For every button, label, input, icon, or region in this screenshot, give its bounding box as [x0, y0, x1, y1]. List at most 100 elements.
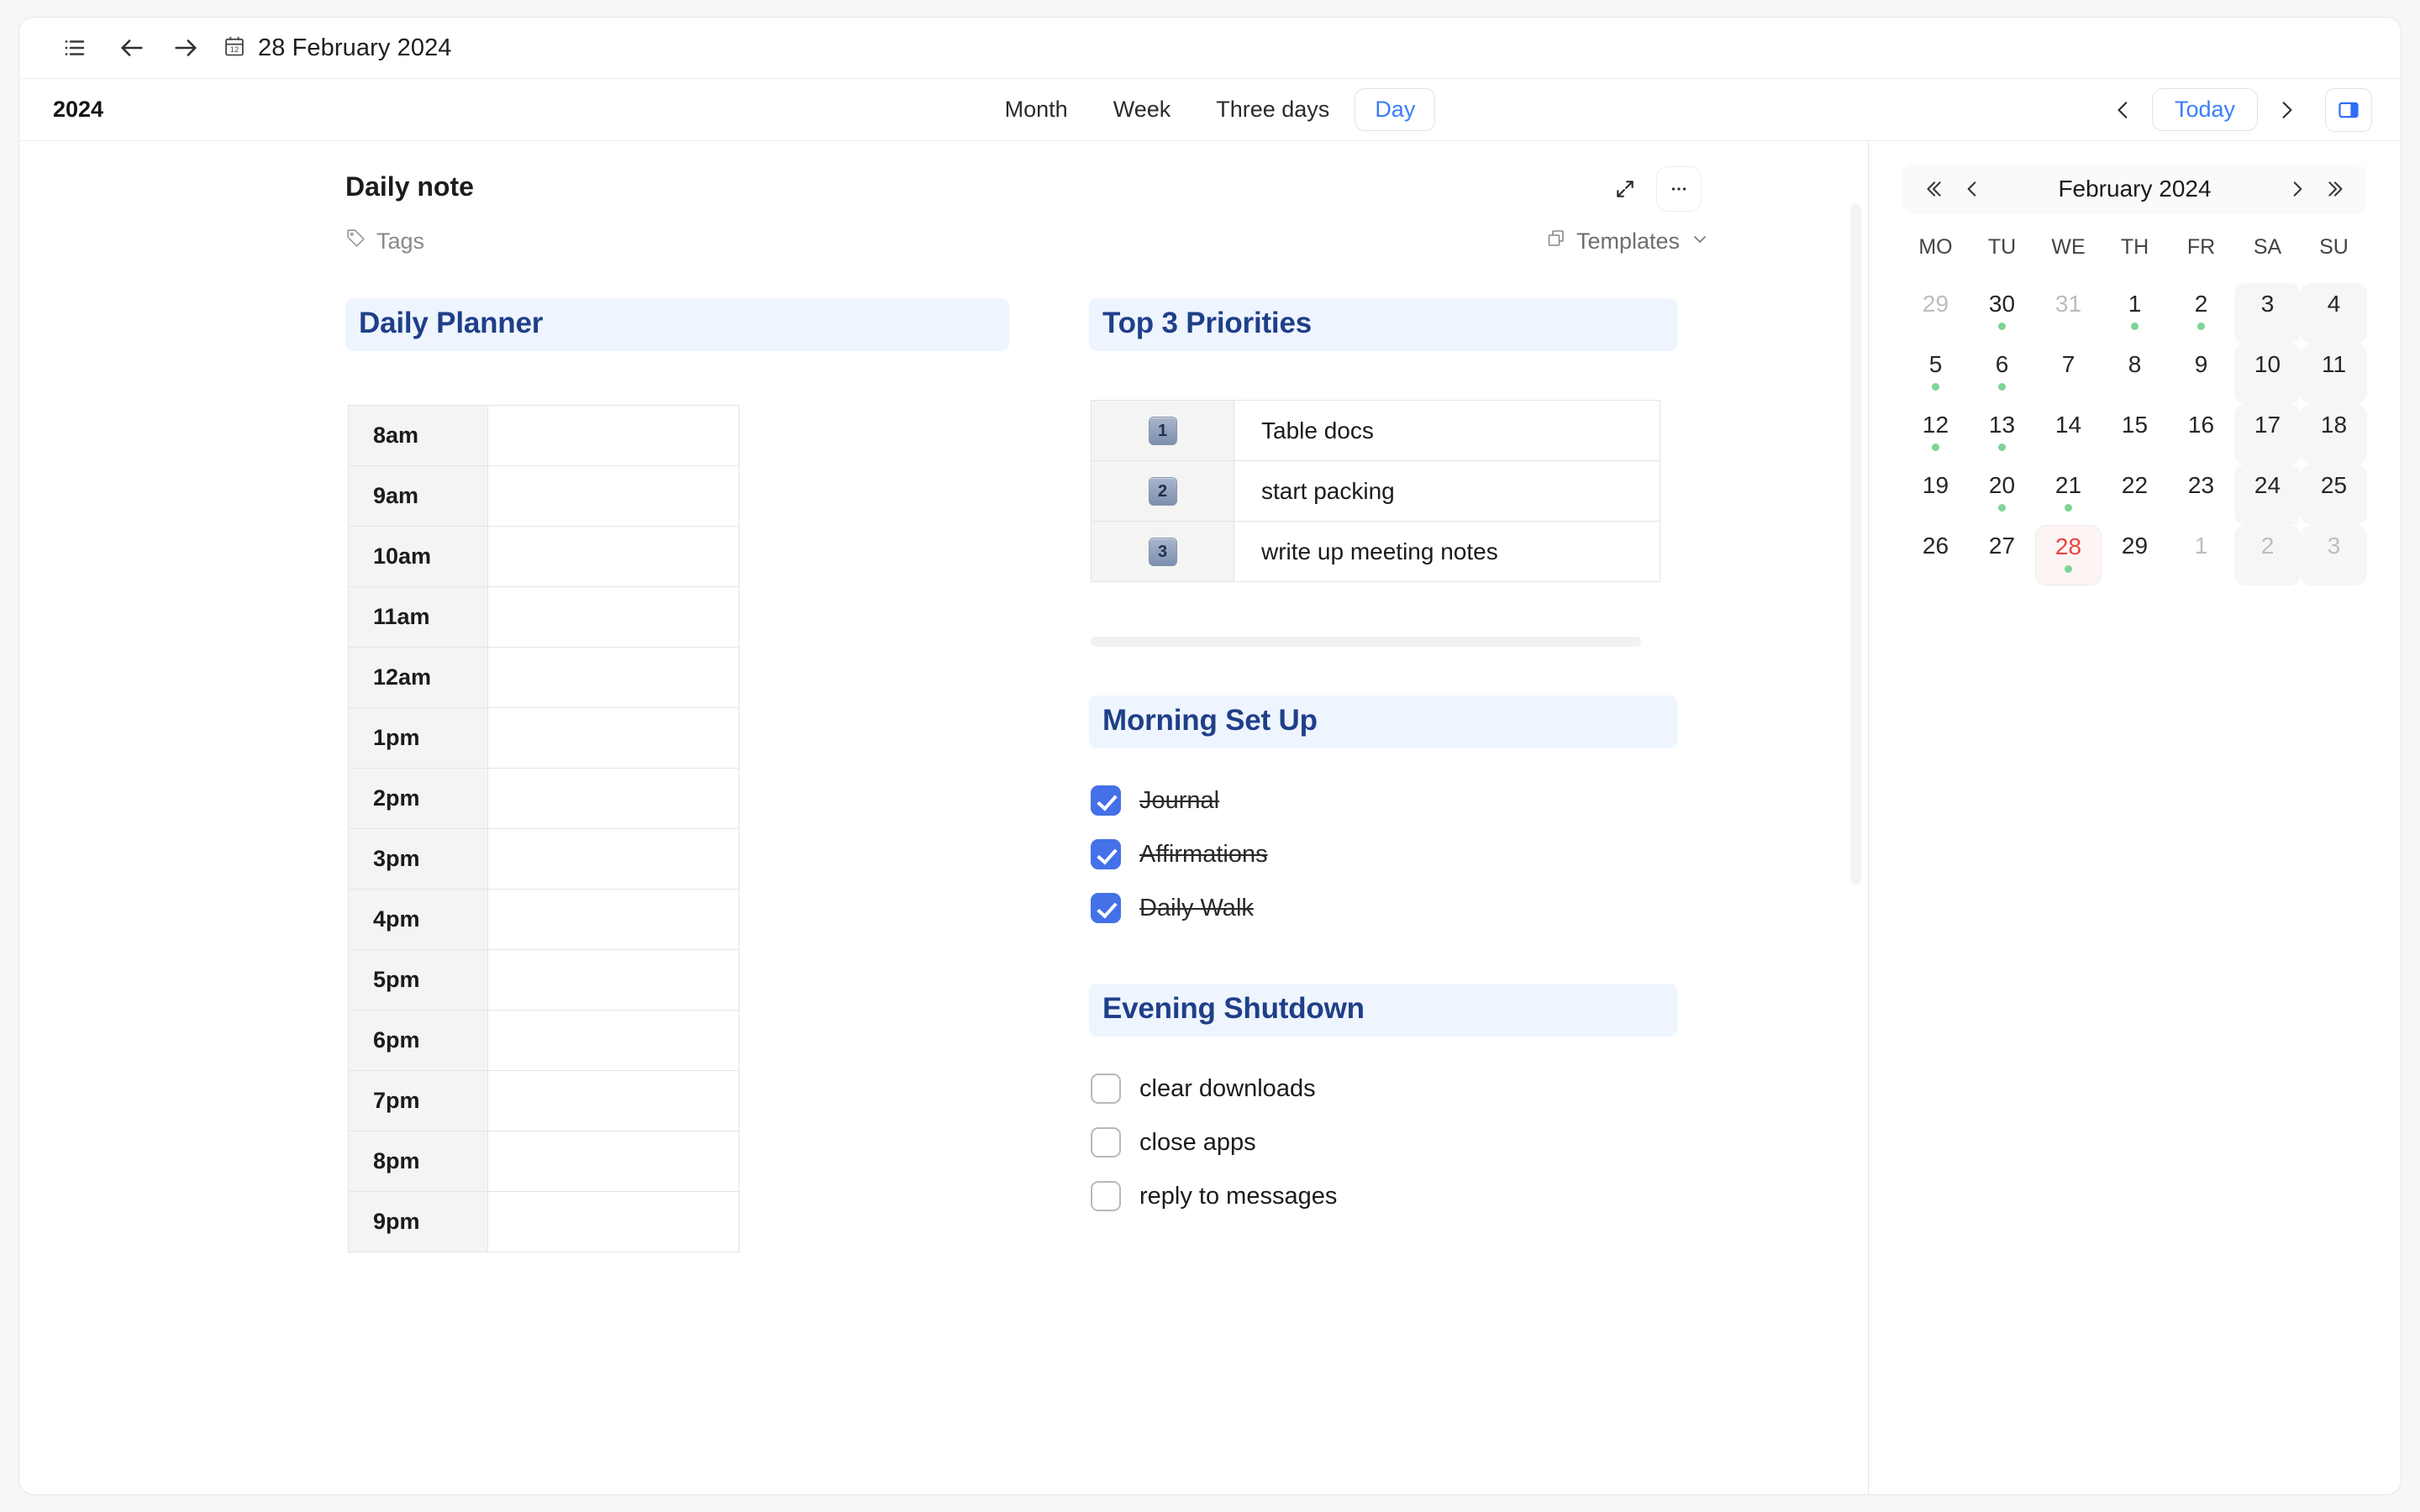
checklist-item[interactable]: close apps [1091, 1116, 1677, 1169]
planner-entry-cell[interactable] [487, 586, 739, 648]
calendar-day-cell[interactable]: 24 [2234, 465, 2301, 525]
more-horizontal-icon[interactable] [1656, 166, 1702, 212]
calendar-day-cell[interactable]: 12 [1902, 404, 1969, 465]
planner-entry-cell[interactable] [487, 828, 739, 890]
calendar-day-cell[interactable]: 2 [2168, 283, 2234, 344]
planner-entry-cell[interactable] [487, 889, 739, 950]
planner-entry-cell[interactable] [487, 526, 739, 587]
checkbox-unchecked-icon[interactable] [1091, 1181, 1121, 1211]
calendar-day-number: 26 [1922, 533, 1949, 559]
checklist-item[interactable]: Daily Walk [1091, 881, 1677, 935]
side-panel-icon[interactable] [2325, 87, 2372, 132]
calendar-day-cell[interactable]: 10 [2234, 344, 2301, 404]
checkbox-checked-icon[interactable] [1091, 893, 1121, 923]
arrow-left-icon[interactable] [110, 26, 154, 70]
planner-entry-cell[interactable] [487, 1070, 739, 1131]
calendar-day-number: 31 [2054, 291, 2082, 317]
section-heading-morning-set-up: Morning Set Up [1089, 696, 1677, 748]
checklist-item[interactable]: reply to messages [1091, 1169, 1677, 1223]
calendar-day-cell[interactable]: 9 [2168, 344, 2234, 404]
calendar-day-cell[interactable]: 21 [2035, 465, 2102, 525]
app-window: 12 28 February 2024 2024 Month Week Thre… [18, 17, 2402, 1495]
calendar-day-cell[interactable]: 4 [2301, 283, 2367, 344]
calendar-day-cell[interactable]: 22 [2102, 465, 2168, 525]
calendar-day-cell[interactable]: 16 [2168, 404, 2234, 465]
templates-dropdown[interactable]: Templates [1546, 228, 1710, 255]
calendar-day-cell[interactable]: 18 [2301, 404, 2367, 465]
checkbox-unchecked-icon[interactable] [1091, 1127, 1121, 1158]
planner-entry-cell[interactable] [487, 465, 739, 527]
calendar-day-cell[interactable]: 11 [2301, 344, 2367, 404]
next-day-icon[interactable] [2265, 88, 2308, 132]
calendar-day-cell[interactable]: 29 [2102, 525, 2168, 585]
calendar-day-cell[interactable]: 25 [2301, 465, 2367, 525]
calendar-day-cell[interactable]: 17 [2234, 404, 2301, 465]
calendar-day-cell[interactable]: 8 [2102, 344, 2168, 404]
checklist-item[interactable]: clear downloads [1091, 1062, 1677, 1116]
note-scrollbar[interactable] [1850, 204, 1861, 885]
mini-calendar-month-label: February 2024 [2058, 176, 2212, 202]
calendar-day-cell[interactable]: 19 [1902, 465, 1969, 525]
calendar-day-event-dot [2065, 504, 2072, 512]
chevron-right-icon[interactable] [2278, 170, 2317, 208]
bulleted-list-icon[interactable] [53, 26, 97, 70]
keycap-digit-icon: 1 [1148, 416, 1177, 445]
column-routines: Top 3 Priorities 1 Table docs 2 start packi… [1089, 298, 1677, 1252]
planner-entry-cell[interactable] [487, 768, 739, 829]
column-daily-planner: Daily Planner 8am 9am 10am 11am 12am 1pm 2pm 3p… [345, 298, 1009, 1252]
planner-entry-cell[interactable] [487, 1131, 739, 1192]
checkbox-checked-icon[interactable] [1091, 785, 1121, 816]
calendar-day-cell[interactable]: 5 [1902, 344, 1969, 404]
calendar-day-cell[interactable]: 15 [2102, 404, 2168, 465]
chevrons-right-icon[interactable] [2317, 170, 2355, 208]
tab-week[interactable]: Week [1093, 88, 1192, 131]
planner-entry-cell[interactable] [487, 1010, 739, 1071]
calendar-day-cell[interactable]: 3 [2234, 283, 2301, 344]
calendar-day-cell[interactable]: 26 [1902, 525, 1969, 585]
calendar-day-cell[interactable]: 13 [1969, 404, 2035, 465]
tab-three-days[interactable]: Three days [1196, 88, 1349, 131]
calendar-day-cell[interactable]: 2 [2234, 525, 2301, 585]
calendar-day-cell[interactable]: 3 [2301, 525, 2367, 585]
calendar-day-event-dot [2065, 565, 2072, 573]
checkbox-checked-icon[interactable] [1091, 839, 1121, 869]
priority-task-text[interactable]: write up meeting notes [1234, 521, 1660, 582]
note-pane: Daily note Tags Templates Daily Planner … [19, 141, 1869, 1494]
section-divider[interactable] [1091, 637, 1641, 647]
calendar-day-number: 16 [2187, 412, 2215, 438]
planner-entry-cell[interactable] [487, 707, 739, 769]
planner-entry-cell[interactable] [487, 1191, 739, 1252]
planner-entry-cell[interactable] [487, 405, 739, 466]
today-button[interactable]: Today [2151, 88, 2258, 131]
templates-label: Templates [1576, 228, 1680, 254]
prev-day-icon[interactable] [2102, 88, 2145, 132]
checklist-item[interactable]: Journal [1091, 774, 1677, 827]
arrow-right-icon[interactable] [164, 26, 208, 70]
checklist-item[interactable]: Affirmations [1091, 827, 1677, 881]
chevron-left-icon[interactable] [1953, 170, 1991, 208]
priority-task-text[interactable]: start packing [1234, 460, 1660, 522]
tab-month[interactable]: Month [985, 88, 1088, 131]
calendar-day-cell[interactable]: 31 [2035, 283, 2102, 344]
calendar-day-cell[interactable]: 20 [1969, 465, 2035, 525]
calendar-day-cell[interactable]: 1 [2168, 525, 2234, 585]
note-header-tools [1606, 166, 1702, 212]
calendar-day-cell[interactable]: 23 [2168, 465, 2234, 525]
current-date-group[interactable]: 12 28 February 2024 [223, 34, 452, 62]
chevrons-left-icon[interactable] [1914, 170, 1953, 208]
checkbox-unchecked-icon[interactable] [1091, 1074, 1121, 1104]
calendar-day-cell[interactable]: 30 [1969, 283, 2035, 344]
calendar-day-number: 17 [2254, 412, 2281, 438]
priority-task-text[interactable]: Table docs [1234, 400, 1660, 461]
planner-entry-cell[interactable] [487, 949, 739, 1011]
calendar-day-cell[interactable]: 1 [2102, 283, 2168, 344]
calendar-day-cell[interactable]: 27 [1969, 525, 2035, 585]
expand-icon[interactable] [1606, 170, 1644, 208]
tab-day[interactable]: Day [1355, 88, 1436, 131]
planner-entry-cell[interactable] [487, 647, 739, 708]
calendar-day-cell[interactable]: 14 [2035, 404, 2102, 465]
calendar-day-cell[interactable]: 29 [1902, 283, 1969, 344]
calendar-day-cell[interactable]: 6 [1969, 344, 2035, 404]
calendar-day-cell[interactable]: 7 [2035, 344, 2102, 404]
calendar-day-today[interactable]: 28 [2035, 525, 2102, 585]
